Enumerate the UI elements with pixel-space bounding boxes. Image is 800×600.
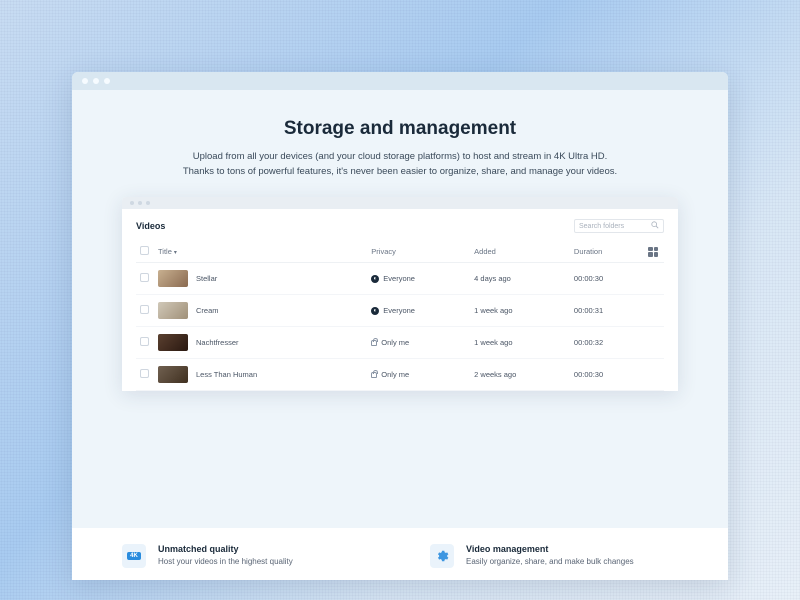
privacy-cell: Only me [371, 370, 466, 379]
video-title: Cream [196, 306, 219, 315]
privacy-label: Only me [381, 338, 409, 347]
privacy-label: Everyone [383, 306, 415, 315]
video-thumbnail[interactable] [158, 270, 188, 287]
select-all-checkbox[interactable] [140, 246, 149, 255]
feature-quality: 4K Unmatched quality Host your videos in… [122, 544, 370, 568]
row-checkbox[interactable] [140, 305, 149, 314]
privacy-cell: ◐ Everyone [371, 306, 466, 315]
column-privacy[interactable]: Privacy [367, 241, 470, 263]
video-manager-window: Videos Search folders Title▾ [122, 197, 678, 391]
column-added[interactable]: Added [470, 241, 570, 263]
search-icon [651, 221, 659, 231]
feature-desc: Easily organize, share, and make bulk ch… [466, 557, 634, 566]
globe-icon: ◐ [371, 275, 379, 283]
videos-table: Title▾ Privacy Added Duration Stellar ◐ Ev… [136, 241, 664, 391]
window-dot [82, 78, 88, 84]
feature-title: Video management [466, 544, 634, 554]
search-placeholder: Search folders [579, 223, 624, 230]
inner-titlebar [122, 197, 678, 209]
lock-icon [371, 372, 377, 378]
video-title: Less Than Human [196, 370, 257, 379]
video-thumbnail[interactable] [158, 302, 188, 319]
added-cell: 1 week ago [470, 327, 570, 359]
column-title[interactable]: Title▾ [154, 241, 367, 263]
browser-titlebar [72, 72, 728, 90]
search-input[interactable]: Search folders [574, 219, 664, 233]
panel-heading: Videos [136, 221, 165, 231]
sort-indicator-icon: ▾ [174, 250, 177, 256]
privacy-label: Only me [381, 370, 409, 379]
inner-wrap: Videos Search folders Title▾ [72, 197, 728, 580]
table-row[interactable]: Nachtfresser Only me 1 week ago00:00:32 [136, 327, 664, 359]
gear-icon [430, 544, 454, 568]
hero-section: Storage and management Upload from all y… [72, 90, 728, 197]
4k-badge-icon: 4K [122, 544, 146, 568]
page-subtitle: Upload from all your devices (and your c… [182, 150, 618, 179]
added-cell: 4 days ago [470, 263, 570, 295]
row-checkbox[interactable] [140, 369, 149, 378]
privacy-cell: Only me [371, 338, 466, 347]
feature-management: Video management Easily organize, share,… [430, 544, 678, 568]
privacy-cell: ◐ Everyone [371, 274, 466, 283]
table-row[interactable]: Less Than Human Only me 2 weeks ago00:00:3… [136, 359, 664, 391]
added-cell: 1 week ago [470, 295, 570, 327]
grid-view-icon[interactable] [648, 247, 658, 257]
globe-icon: ◐ [371, 307, 379, 315]
window-dot [130, 201, 134, 205]
video-title: Nachtfresser [196, 338, 239, 347]
column-duration[interactable]: Duration [570, 241, 644, 263]
feature-title: Unmatched quality [158, 544, 293, 554]
video-title: Stellar [196, 274, 217, 283]
feature-desc: Host your videos in the highest quality [158, 557, 293, 566]
duration-cell: 00:00:30 [570, 263, 644, 295]
features-row: 4K Unmatched quality Host your videos in… [72, 528, 728, 580]
window-dot [104, 78, 110, 84]
lock-icon [371, 340, 377, 346]
video-thumbnail[interactable] [158, 366, 188, 383]
privacy-label: Everyone [383, 274, 415, 283]
table-row[interactable]: Stellar ◐ Everyone 4 days ago00:00:30 [136, 263, 664, 295]
videos-panel: Videos Search folders Title▾ [122, 209, 678, 391]
panel-header: Videos Search folders [136, 219, 664, 233]
browser-window: Storage and management Upload from all y… [72, 72, 728, 580]
duration-cell: 00:00:31 [570, 295, 644, 327]
duration-cell: 00:00:32 [570, 327, 644, 359]
window-dot [146, 201, 150, 205]
added-cell: 2 weeks ago [470, 359, 570, 391]
page-title: Storage and management [182, 118, 618, 140]
window-dot [138, 201, 142, 205]
table-row[interactable]: Cream ◐ Everyone 1 week ago00:00:31 [136, 295, 664, 327]
duration-cell: 00:00:30 [570, 359, 644, 391]
row-checkbox[interactable] [140, 273, 149, 282]
video-thumbnail[interactable] [158, 334, 188, 351]
row-checkbox[interactable] [140, 337, 149, 346]
window-dot [93, 78, 99, 84]
